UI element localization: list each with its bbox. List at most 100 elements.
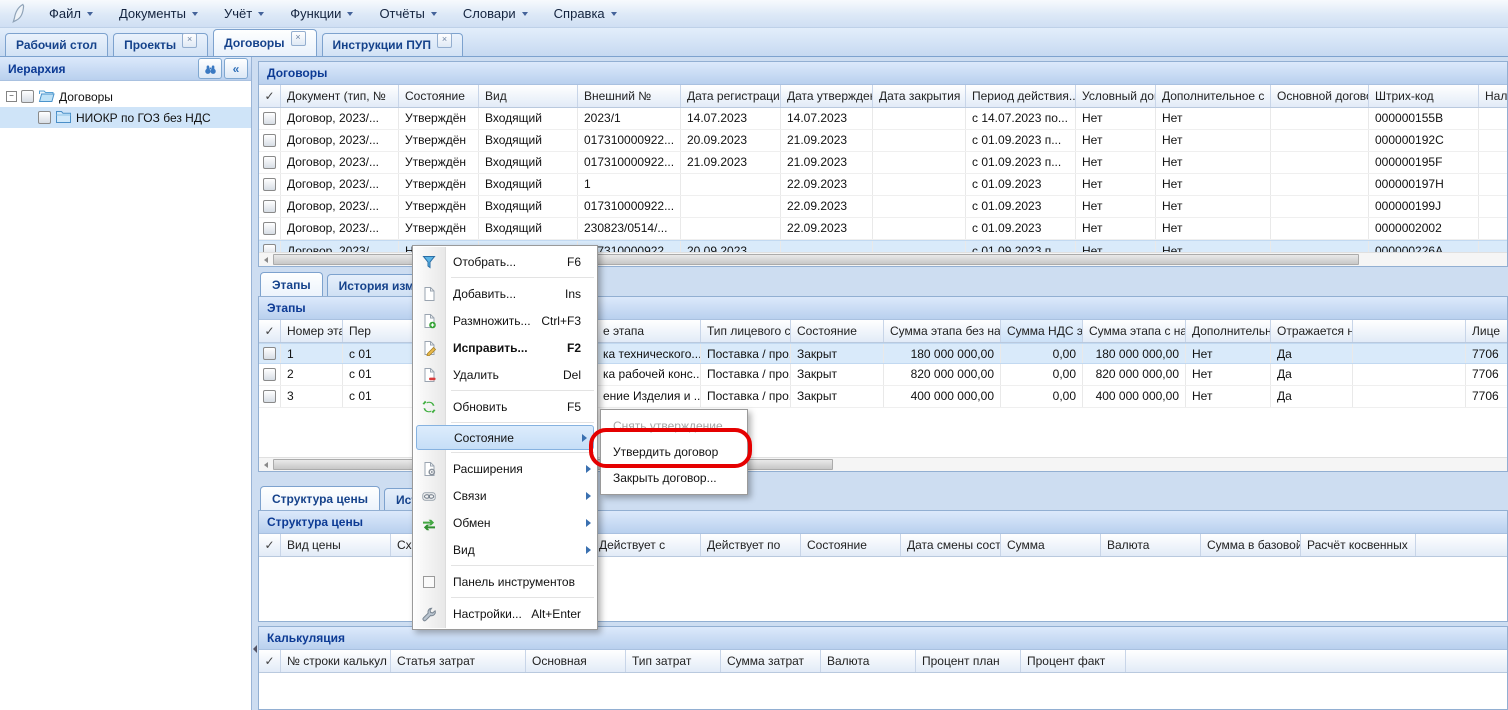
column-header[interactable]: Расчёт косвенных: [1301, 534, 1416, 556]
column-header[interactable]: ✓: [259, 320, 281, 342]
column-header[interactable]: Тип лицевого счёт: [701, 320, 791, 342]
context-menu-item[interactable]: Обмен: [413, 509, 597, 536]
column-header[interactable]: Лице: [1466, 320, 1508, 342]
column-header[interactable]: Вид: [479, 85, 578, 107]
menubar-item[interactable]: Словари: [450, 2, 541, 26]
column-header[interactable]: Процент факт: [1021, 650, 1126, 672]
context-menu-item[interactable]: Добавить...Ins: [413, 280, 597, 307]
row-checkbox[interactable]: [263, 200, 276, 213]
row-checkbox[interactable]: [263, 390, 276, 403]
column-header[interactable]: Состояние: [791, 320, 884, 342]
column-header[interactable]: ✓: [259, 534, 281, 556]
table-row[interactable]: Договор, 2023/...УтверждёнВходящий017310…: [259, 196, 1507, 218]
tab-close-icon[interactable]: ×: [182, 33, 197, 48]
window-tab[interactable]: Рабочий стол: [5, 33, 108, 56]
column-header[interactable]: Вид цены: [281, 534, 391, 556]
column-header[interactable]: Валюта: [821, 650, 916, 672]
menubar-item[interactable]: Справка: [541, 2, 630, 26]
column-header[interactable]: Сумма: [1001, 534, 1101, 556]
menubar-item[interactable]: Учёт: [211, 2, 277, 26]
row-checkbox[interactable]: [263, 347, 276, 360]
column-header[interactable]: Дата утверждения: [781, 85, 873, 107]
menubar-item[interactable]: Документы: [106, 2, 211, 26]
search-binoculars-icon[interactable]: [198, 58, 222, 79]
context-menu-item[interactable]: Настройки...Alt+Enter: [413, 600, 597, 627]
column-header[interactable]: Документ (тип, №: [281, 85, 399, 107]
column-header[interactable]: Сумма этапа без налогов: [884, 320, 1001, 342]
context-menu-item[interactable]: Размножить...Ctrl+F3: [413, 307, 597, 334]
submenu-item[interactable]: Закрыть договор...: [601, 465, 747, 491]
menubar-item[interactable]: Файл: [36, 2, 106, 26]
column-header[interactable]: ✓: [259, 650, 281, 672]
table-row[interactable]: Договор, 2023/...УтверждёнВходящий122.09…: [259, 174, 1507, 196]
column-header[interactable]: Отражается на су: [1271, 320, 1353, 342]
section-tab[interactable]: Структура цены: [260, 486, 380, 510]
table-row[interactable]: Договор, 2023/...УтверждёнВходящий230823…: [259, 218, 1507, 240]
context-menu-item[interactable]: Отобрать...F6: [413, 248, 597, 275]
column-header[interactable]: Действует с: [593, 534, 701, 556]
table-row[interactable]: Договор, 2023/...УтверждёнВходящий2023/1…: [259, 108, 1507, 130]
scroll-left-arrow-icon[interactable]: [259, 253, 273, 266]
window-tab[interactable]: Проекты×: [113, 33, 208, 56]
column-header[interactable]: Тип затрат: [626, 650, 721, 672]
context-menu-item[interactable]: Состояние: [416, 425, 594, 450]
context-menu-item[interactable]: УдалитьDel: [413, 361, 597, 388]
column-header[interactable]: Сумма этапа с налогами: [1083, 320, 1186, 342]
column-header[interactable]: № строки калькул: [281, 650, 391, 672]
tab-close-icon[interactable]: ×: [437, 33, 452, 48]
context-menu-item[interactable]: Панель инструментов: [413, 568, 597, 595]
tree-node-checkbox[interactable]: [38, 111, 51, 124]
column-header[interactable]: Состояние: [399, 85, 479, 107]
column-header[interactable]: Нало: [1479, 85, 1508, 107]
context-menu-item[interactable]: Связи: [413, 482, 597, 509]
window-tab[interactable]: Договоры×: [213, 29, 316, 56]
column-header[interactable]: Валюта: [1101, 534, 1201, 556]
row-checkbox[interactable]: [263, 112, 276, 125]
column-header[interactable]: Штрих-код: [1369, 85, 1479, 107]
tree-node-child[interactable]: НИОКР по ГОЗ без НДС: [0, 107, 251, 128]
column-header[interactable]: [1416, 534, 1508, 556]
table-row[interactable]: Договор, 2023/...УтверждёнВходящий017310…: [259, 130, 1507, 152]
context-menu-item[interactable]: Вид: [413, 536, 597, 563]
row-checkbox[interactable]: [263, 134, 276, 147]
table-row[interactable]: Договор, 2023/...УтверждёнВходящий017310…: [259, 152, 1507, 174]
window-tab[interactable]: Инструкции ПУП×: [322, 33, 463, 56]
tree-node-checkbox[interactable]: [21, 90, 34, 103]
context-menu-item[interactable]: Расширения: [413, 455, 597, 482]
column-header[interactable]: Дата закрытия: [873, 85, 966, 107]
column-header[interactable]: [1126, 650, 1508, 672]
menubar-item[interactable]: Функции: [277, 2, 366, 26]
submenu-item[interactable]: Утвердить договор: [601, 439, 747, 465]
column-header[interactable]: Дополнительное с: [1186, 320, 1271, 342]
column-header[interactable]: ✓: [259, 85, 281, 107]
context-menu-item[interactable]: ОбновитьF5: [413, 393, 597, 420]
scroll-left-arrow-icon[interactable]: [259, 458, 273, 471]
column-header[interactable]: Внешний №: [578, 85, 681, 107]
tab-close-icon[interactable]: ×: [291, 31, 306, 46]
tree-node-root[interactable]: − Договоры: [0, 86, 251, 107]
menubar-item[interactable]: Отчёты: [366, 2, 449, 26]
column-header[interactable]: Период действия..: [966, 85, 1076, 107]
row-checkbox[interactable]: [263, 178, 276, 191]
column-header[interactable]: Условный договор: [1076, 85, 1156, 107]
splitter-collapse-arrow-icon[interactable]: [253, 645, 257, 653]
column-header[interactable]: Основной договор: [1271, 85, 1369, 107]
column-header[interactable]: Состояние: [801, 534, 901, 556]
column-header[interactable]: Статья затрат: [391, 650, 526, 672]
row-checkbox[interactable]: [263, 156, 276, 169]
row-checkbox[interactable]: [263, 368, 276, 381]
context-menu-item[interactable]: Исправить...F2: [413, 334, 597, 361]
column-header[interactable]: Сумма в базовой в: [1201, 534, 1301, 556]
collapse-panel-icon[interactable]: «: [224, 58, 248, 79]
section-tab[interactable]: Этапы: [260, 272, 323, 296]
column-header[interactable]: Дата смены состоя: [901, 534, 1001, 556]
column-header[interactable]: Номер этапа: [281, 320, 343, 342]
column-header[interactable]: Дата регистрации.: [681, 85, 781, 107]
tree-expander-icon[interactable]: −: [6, 91, 17, 102]
column-header[interactable]: Основная: [526, 650, 626, 672]
column-header[interactable]: Сумма затрат: [721, 650, 821, 672]
column-header[interactable]: Дополнительное с: [1156, 85, 1271, 107]
column-header[interactable]: Процент план: [916, 650, 1021, 672]
column-header[interactable]: [1353, 320, 1466, 342]
row-checkbox[interactable]: [263, 222, 276, 235]
